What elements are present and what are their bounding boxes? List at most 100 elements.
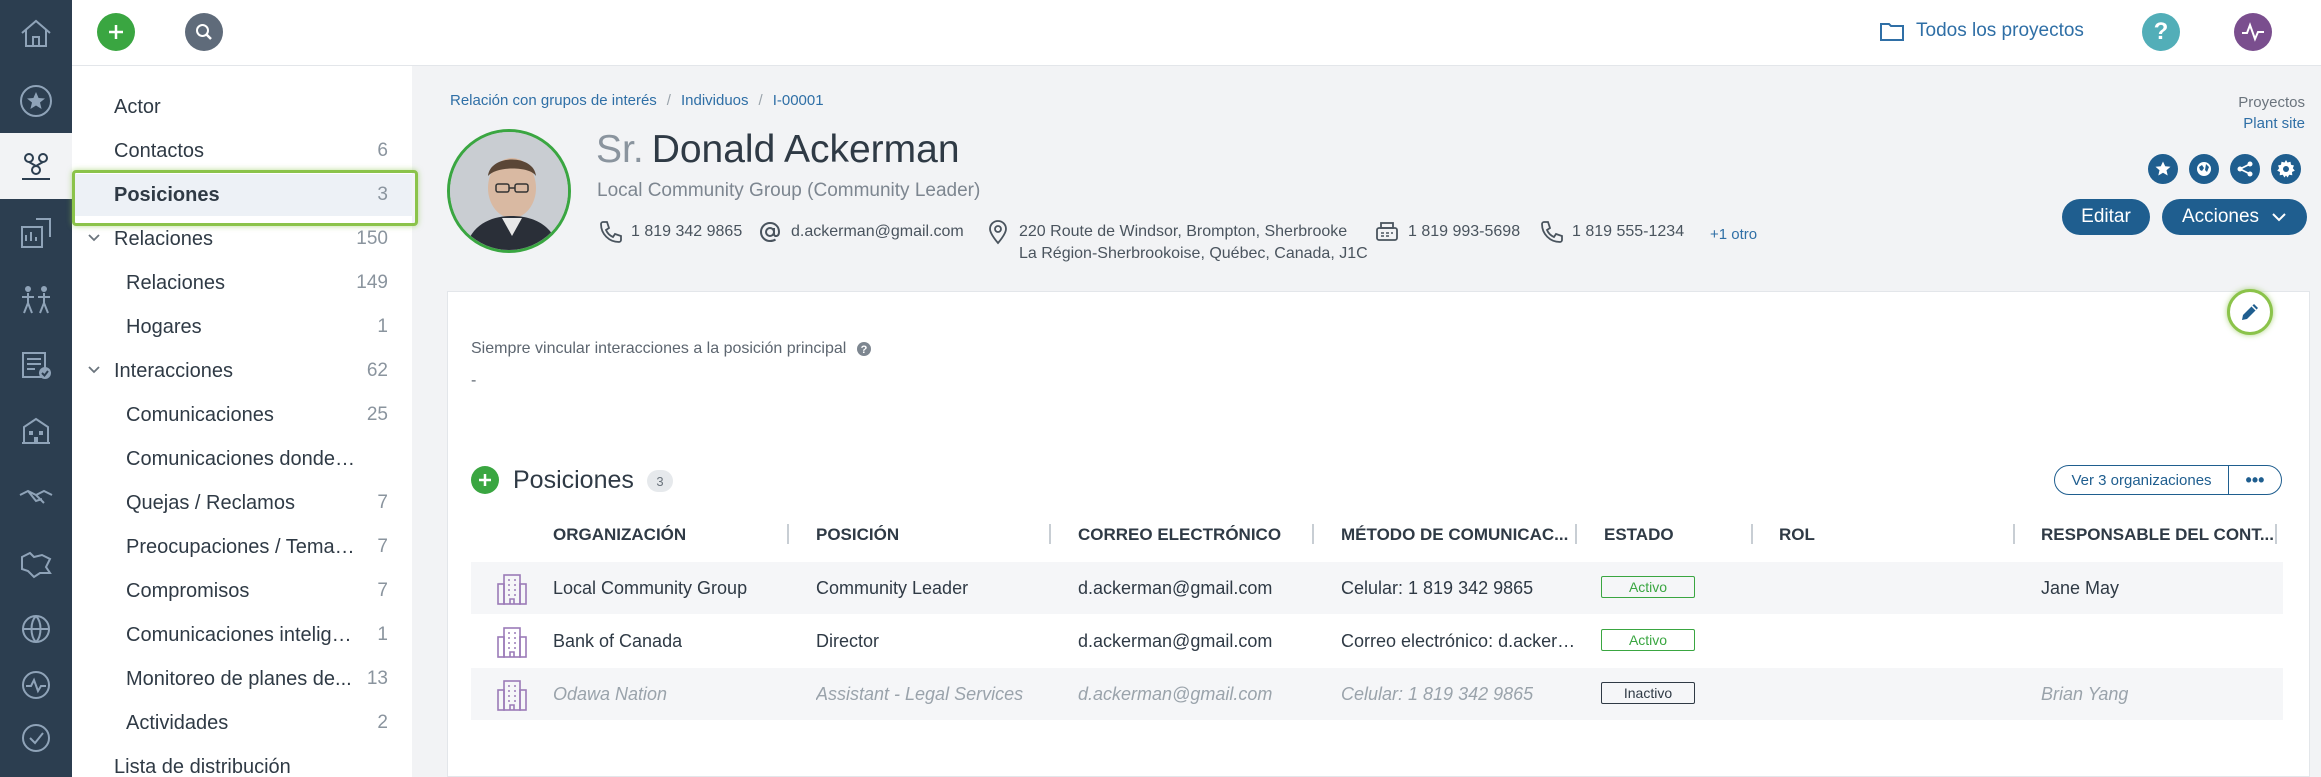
subnav-item[interactable]: Relaciones 149 xyxy=(72,262,412,304)
edit-field-button[interactable] xyxy=(2227,289,2273,335)
breadcrumb-item[interactable]: Individuos xyxy=(681,92,749,109)
activity-button[interactable] xyxy=(2234,13,2272,51)
subnav-item[interactable]: Quejas / Reclamos 7 xyxy=(72,482,412,524)
contact-fax[interactable]: 1 819 993-5698 xyxy=(1374,219,1520,245)
table-row[interactable]: Bank of Canada Director d.ackerman@gmail.c… xyxy=(471,615,2283,667)
subnav-item-count: 3 xyxy=(377,184,388,205)
column-resize-handle[interactable] xyxy=(2013,524,2015,544)
breadcrumb-item[interactable]: I-00001 xyxy=(773,92,824,109)
favorite-button[interactable] xyxy=(2148,154,2178,184)
help-circle-icon[interactable]: ? xyxy=(856,341,872,357)
global-add-button[interactable] xyxy=(97,13,135,51)
settings-button[interactable] xyxy=(2271,154,2301,184)
subnav-item[interactable]: Preocupaciones / Temas... 7 xyxy=(72,526,412,568)
rail-favorites[interactable] xyxy=(0,68,72,134)
rail-reports[interactable] xyxy=(0,200,72,266)
column-header[interactable]: RESPONSABLE DEL CONT... xyxy=(2041,525,2274,545)
subnav-item[interactable]: Compromisos 7 xyxy=(72,570,412,612)
subnav-item-label: Interacciones xyxy=(114,359,233,382)
subnav-item-count: 2 xyxy=(377,712,388,733)
building-icon xyxy=(497,680,527,711)
project-value[interactable]: Plant site xyxy=(2243,115,2305,132)
edit-button[interactable]: Editar xyxy=(2062,199,2150,235)
more-contacts-link[interactable]: +1 otro xyxy=(1710,226,1757,243)
star-icon xyxy=(2155,161,2171,176)
column-resize-handle[interactable] xyxy=(2275,524,2277,544)
rail-handshake[interactable] xyxy=(0,464,72,530)
subnav-item-label: Hogares xyxy=(126,315,202,338)
subnav-item[interactable]: Interacciones 62 xyxy=(72,350,412,392)
all-projects-label: Todos los proyectos xyxy=(1916,20,2084,41)
subnav-item[interactable]: Comunicaciones donde se m... xyxy=(72,438,412,480)
share-button[interactable] xyxy=(2230,154,2260,184)
check-icon xyxy=(22,724,50,752)
actions-label: Acciones xyxy=(2181,206,2260,227)
column-resize-handle[interactable] xyxy=(1751,524,1753,544)
column-header[interactable]: ROL xyxy=(1779,525,1815,545)
subnav-item-label: Lista de distribución xyxy=(114,755,291,777)
column-header[interactable]: POSICIÓN xyxy=(816,525,899,545)
rail-map[interactable] xyxy=(0,530,72,596)
column-header[interactable]: MÉTODO DE COMUNICAC... xyxy=(1341,525,1568,545)
contact-fax-value: 1 819 993-5698 xyxy=(1408,223,1521,240)
subnav-item[interactable]: Hogares 1 xyxy=(72,306,412,348)
subnav-item[interactable]: Comunicaciones 25 xyxy=(72,394,412,436)
contact-address[interactable]: 220 Route de Windsor, Brompton, Sherbroo… xyxy=(985,219,1368,265)
rail-people[interactable] xyxy=(0,266,72,332)
rail-check[interactable] xyxy=(0,705,72,771)
contact-phone-2[interactable]: 1 819 555-1234 xyxy=(1538,219,1684,245)
at-icon xyxy=(759,221,781,243)
help-button[interactable]: ? xyxy=(2142,13,2180,51)
subnav-item[interactable]: Monitoreo de planes de... 13 xyxy=(72,658,412,700)
avatar xyxy=(447,129,571,253)
add-position-button[interactable] xyxy=(471,466,499,494)
rail-buildings[interactable] xyxy=(0,398,72,464)
subnav-item[interactable]: Actor xyxy=(72,86,412,128)
column-header[interactable]: CORREO ELECTRÓNICO xyxy=(1078,525,1281,545)
person-full-name: Donald Ackerman xyxy=(651,128,960,171)
all-projects-link[interactable]: Todos los proyectos xyxy=(1880,20,2084,42)
person-subtitle: Local Community Group (Community Leader) xyxy=(597,180,981,201)
cell-org[interactable]: Local Community Group xyxy=(553,578,747,599)
person-salutation: Sr. xyxy=(596,128,644,171)
subnav-item[interactable]: Relaciones 150 xyxy=(72,218,412,260)
table-row[interactable]: Odawa Nation Assistant - Legal Services d.… xyxy=(471,668,2283,720)
subnav-item-label: Compromisos xyxy=(126,579,250,602)
cell-owner: Jane May xyxy=(2041,578,2120,598)
rail-tasks[interactable] xyxy=(0,332,72,398)
global-search-button[interactable] xyxy=(185,13,223,51)
subnav-item[interactable]: Lista de distribución xyxy=(72,746,412,777)
column-header[interactable]: ORGANIZACIÓN xyxy=(553,525,686,545)
column-resize-handle[interactable] xyxy=(1049,524,1051,544)
actions-dropdown-button[interactable]: Acciones xyxy=(2162,199,2307,235)
rail-home[interactable] xyxy=(0,0,72,66)
people-icon xyxy=(22,286,50,314)
column-resize-handle[interactable] xyxy=(787,524,789,544)
rail-stakeholders[interactable] xyxy=(0,133,72,199)
cell-org[interactable]: Odawa Nation xyxy=(553,684,667,705)
subnav-item[interactable]: Comunicaciones intelige... 1 xyxy=(72,614,412,656)
view-organizations-button[interactable]: Ver 3 organizaciones xyxy=(2054,465,2229,495)
top-bar: Todos los proyectos ? xyxy=(72,0,2321,66)
chevron-down-icon[interactable] xyxy=(86,230,102,246)
subnav-item[interactable]: Actividades 2 xyxy=(72,702,412,744)
subnav-item[interactable]: Posiciones 3 xyxy=(72,170,418,226)
more-options-button[interactable]: ••• xyxy=(2228,465,2282,495)
column-resize-handle[interactable] xyxy=(1575,524,1577,544)
column-resize-handle[interactable] xyxy=(1312,524,1314,544)
subnav-item-count: 25 xyxy=(366,404,388,425)
map-view-button[interactable] xyxy=(2189,154,2219,184)
contact-email[interactable]: d.ackerman@gmail.com xyxy=(757,219,964,245)
handshake-icon xyxy=(19,489,53,504)
phone-icon xyxy=(600,221,622,243)
contact-phone[interactable]: 1 819 342 9865 xyxy=(597,219,742,245)
table-row[interactable]: Local Community Group Community Leader d.a… xyxy=(471,562,2283,614)
subnav-item[interactable]: Contactos 6 xyxy=(72,130,412,172)
column-header[interactable]: ESTADO xyxy=(1604,525,1674,545)
share-icon xyxy=(2237,161,2253,177)
chevron-down-icon[interactable] xyxy=(86,362,102,378)
home-icon xyxy=(21,19,51,47)
breadcrumb-item[interactable]: Relación con grupos de interés xyxy=(450,92,657,109)
subnav-item-count: 1 xyxy=(377,624,388,645)
cell-org[interactable]: Bank of Canada xyxy=(553,631,682,652)
